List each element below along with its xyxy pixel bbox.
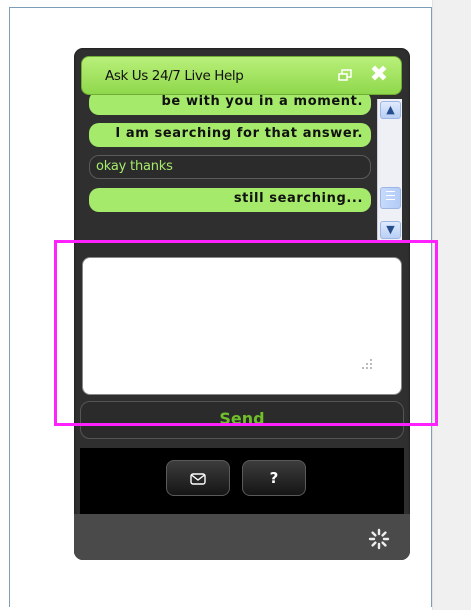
status-bar — [74, 514, 410, 560]
chat-widget: Ask Us 24/7 Live Help ✖ be with you in a… — [74, 48, 410, 560]
scroll-down-button[interactable]: ▼ — [380, 221, 401, 239]
chat-header: Ask Us 24/7 Live Help ✖ — [81, 56, 402, 95]
message-list: be with you in a moment. I am searching … — [81, 95, 402, 250]
scroll-up-button[interactable]: ▲ — [380, 101, 401, 119]
chat-message-input[interactable] — [82, 257, 402, 395]
popout-window-icon[interactable] — [337, 69, 353, 83]
message-staff: be with you in a moment. — [89, 95, 371, 115]
close-icon[interactable]: ✖ — [368, 63, 390, 87]
message-user: okay thanks — [89, 155, 371, 179]
chat-toolbar: ? — [80, 448, 404, 514]
send-button[interactable]: Send — [80, 401, 404, 439]
chat-title: Ask Us 24/7 Live Help — [105, 68, 244, 84]
envelope-icon — [190, 472, 206, 485]
help-button[interactable]: ? — [242, 460, 306, 496]
message-scrollbar[interactable]: ▲ ▼ — [377, 99, 402, 242]
message-staff: still searching... — [89, 188, 371, 212]
message-staff: I am searching for that answer. — [89, 123, 371, 147]
right-side-panel — [432, 0, 471, 610]
loading-spinner-icon — [368, 528, 390, 550]
email-transcript-button[interactable] — [166, 460, 230, 496]
scroll-thumb[interactable] — [380, 187, 401, 209]
